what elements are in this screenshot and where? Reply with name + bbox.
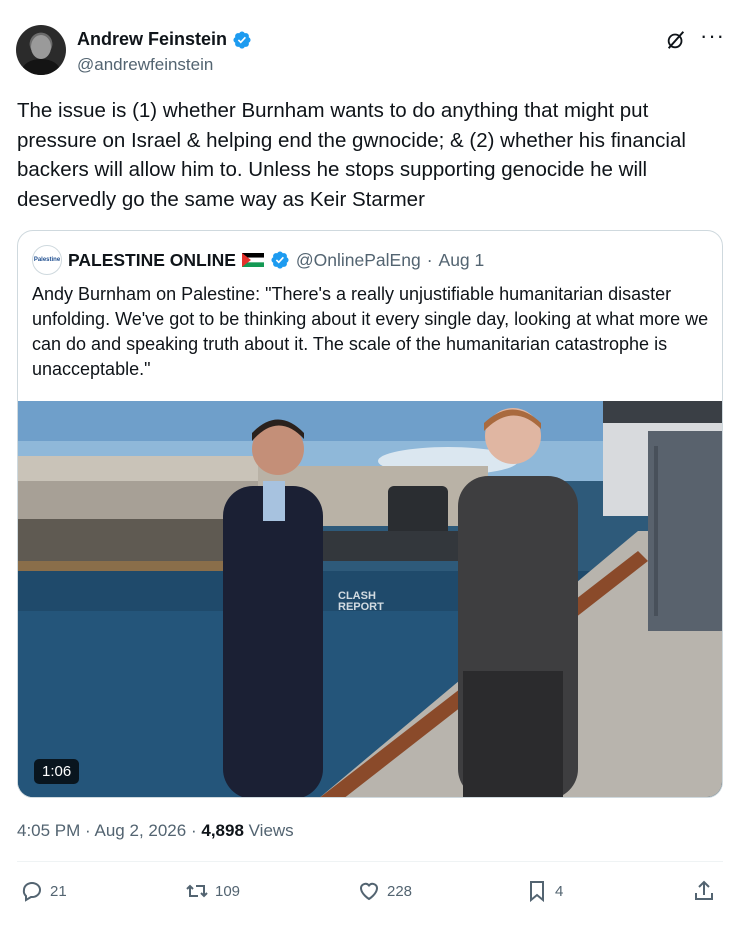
- author-avatar[interactable]: [16, 25, 66, 75]
- tweet-date[interactable]: Aug 2, 2026: [95, 821, 187, 840]
- quoted-avatar-logo-text: Palestine: [33, 257, 61, 263]
- quoted-author-name[interactable]: PALESTINE ONLINE: [68, 250, 236, 271]
- tweet-header: Andrew Feinstein @andrewfeinstein ···: [15, 24, 727, 80]
- bookmark-count: 4: [555, 882, 564, 900]
- meta-separator-2: ·: [190, 821, 197, 840]
- tweet-time[interactable]: 4:05 PM: [17, 821, 80, 840]
- avatar-body: [22, 59, 60, 75]
- reply-count: 21: [50, 882, 67, 900]
- like-button[interactable]: 228: [357, 879, 412, 903]
- author-name[interactable]: Andrew Feinstein: [77, 29, 227, 50]
- bookmark-icon: [530, 881, 544, 903]
- like-count: 228: [387, 882, 413, 900]
- heart-icon: [359, 882, 379, 901]
- bookmark-button[interactable]: 4: [525, 879, 563, 903]
- repost-icon: [186, 884, 208, 898]
- author-handle[interactable]: @andrewfeinstein: [77, 55, 213, 75]
- tweet-text: The issue is (1) whether Burnham wants t…: [17, 99, 686, 211]
- palestine-flag-icon: [241, 253, 264, 267]
- quoted-text: Andy Burnham on Palestine: "There's a re…: [32, 284, 709, 379]
- quoted-avatar[interactable]: Palestine: [32, 245, 62, 275]
- quoted-header: Palestine PALESTINE ONLINE @OnlinePalEng…: [32, 245, 484, 275]
- author-name-row: Andrew Feinstein: [77, 29, 252, 50]
- avatar-face: [31, 35, 51, 59]
- quoted-tweet[interactable]: Palestine PALESTINE ONLINE @OnlinePalEng…: [17, 230, 723, 798]
- watermark-line2: REPORT: [338, 601, 384, 613]
- video-watermark: CLASH REPORT: [338, 591, 384, 613]
- views-count: 4,898: [201, 821, 244, 840]
- grok-icon[interactable]: [665, 29, 687, 51]
- views-label: Views: [248, 821, 294, 840]
- share-icon: [695, 880, 713, 900]
- repost-button[interactable]: 109: [185, 879, 240, 903]
- reply-icon: [22, 882, 41, 902]
- share-button[interactable]: [692, 879, 716, 903]
- verified-badge-icon: [233, 30, 251, 49]
- quoted-date[interactable]: Aug 1: [439, 250, 485, 271]
- action-bar: 21 109 228 4: [20, 879, 720, 909]
- quoted-author-handle[interactable]: @OnlinePalEng: [296, 250, 421, 271]
- video-player[interactable]: CLASH REPORT 1:06: [18, 401, 722, 797]
- quoted-verified-badge-icon: [271, 251, 289, 269]
- more-options-icon[interactable]: ···: [700, 25, 725, 47]
- meta-separator-1: ·: [85, 821, 91, 840]
- reply-button[interactable]: 21: [20, 879, 67, 903]
- tweet-meta: 4:05 PM · Aug 2, 2026 · 4,898 Views: [17, 821, 294, 841]
- video-duration-badge: 1:06: [34, 759, 80, 784]
- divider: [17, 861, 723, 862]
- quoted-separator: ·: [426, 249, 433, 270]
- repost-count: 109: [215, 882, 241, 900]
